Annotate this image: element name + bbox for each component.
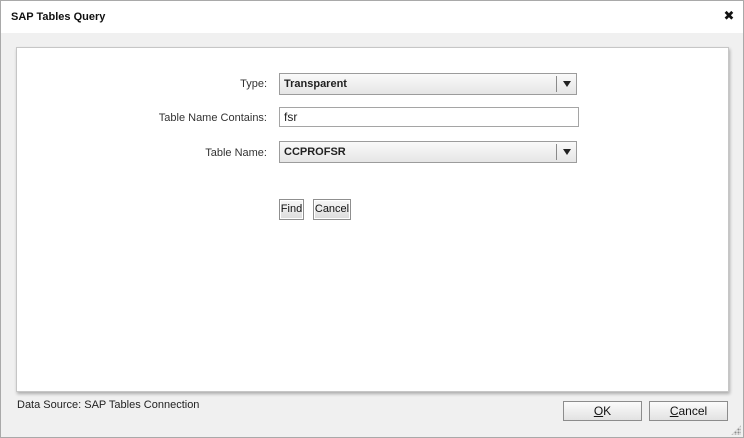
title-bar[interactable]: SAP Tables Query ✖ <box>1 1 743 33</box>
table-name-contains-label: Table Name Contains: <box>158 112 267 124</box>
data-source-text: Data Source: SAP Tables Connection <box>17 399 200 411</box>
cancel-label-rest: ancel <box>678 404 708 418</box>
dropdown-separator <box>556 144 557 160</box>
table-name-label: Table Name: <box>205 147 267 159</box>
table-name-dropdown-value: CCPROFSR <box>284 146 346 158</box>
table-name-dropdown[interactable]: CCPROFSR <box>279 141 577 163</box>
find-button[interactable]: Find <box>279 199 304 220</box>
find-cancel-button[interactable]: Cancel <box>313 199 351 220</box>
sap-tables-query-dialog: SAP Tables Query ✖ Type: Transparent Tab… <box>0 0 744 438</box>
chevron-down-icon[interactable] <box>563 149 571 155</box>
ok-button[interactable]: OK <box>563 401 642 421</box>
type-label: Type: <box>240 78 267 90</box>
table-name-contains-input[interactable] <box>279 107 579 127</box>
chevron-down-icon[interactable] <box>563 81 571 87</box>
cancel-button[interactable]: Cancel <box>649 401 728 421</box>
resize-grip-icon[interactable] <box>731 425 741 435</box>
close-icon[interactable]: ✖ <box>723 9 735 23</box>
ok-mnemonic: O <box>593 404 604 418</box>
type-dropdown[interactable]: Transparent <box>279 73 577 95</box>
dropdown-separator <box>556 76 557 92</box>
query-panel: Type: Transparent Table Name Contains: T… <box>16 47 729 392</box>
ok-label-rest: K <box>603 404 612 418</box>
dialog-title: SAP Tables Query <box>11 11 106 23</box>
type-dropdown-value: Transparent <box>284 78 347 90</box>
